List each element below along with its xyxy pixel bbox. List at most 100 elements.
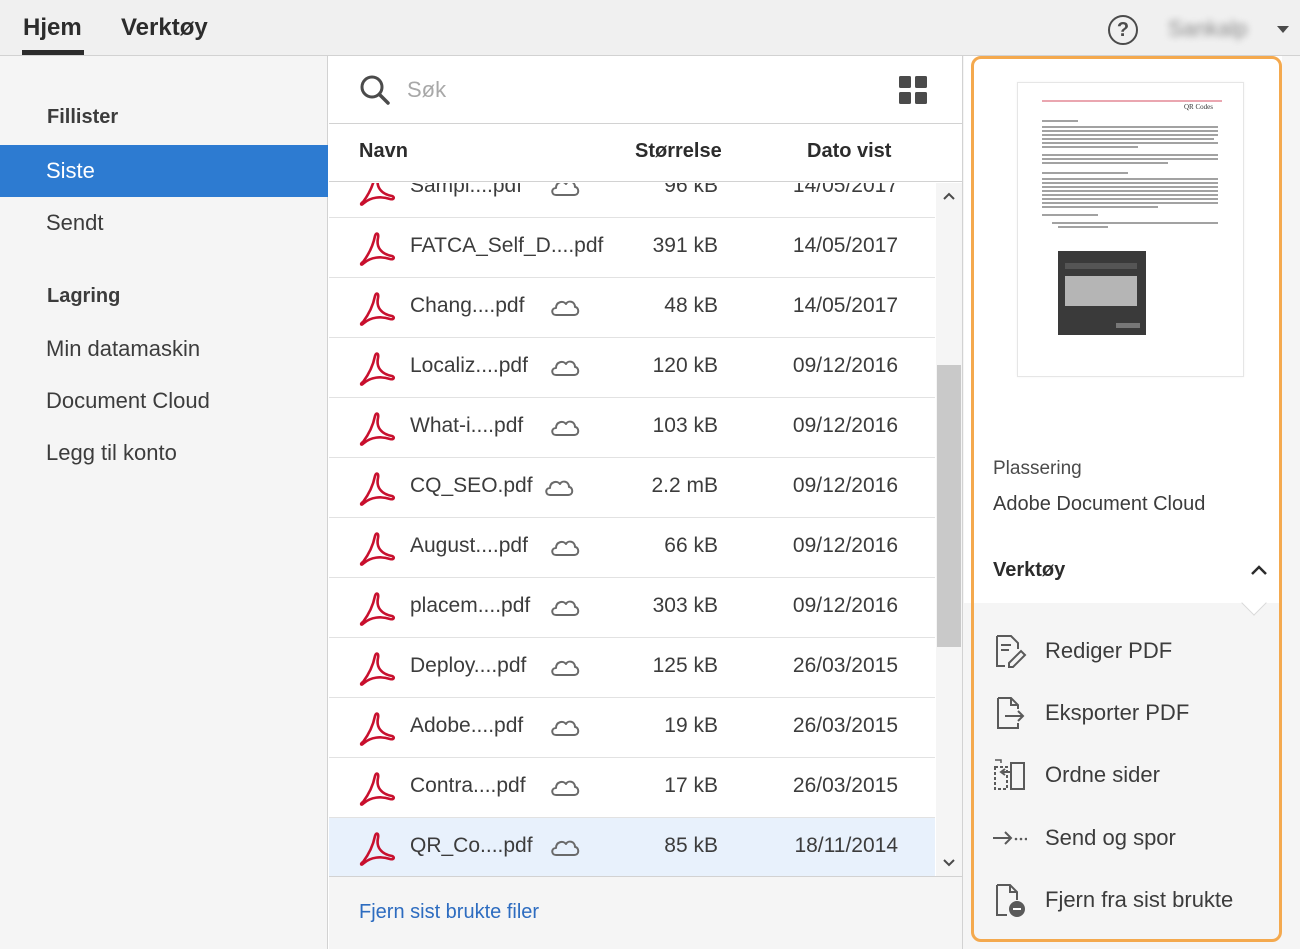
scrollbar-thumb[interactable] (937, 365, 961, 647)
file-date: 09/12/2016 (792, 474, 898, 497)
pdf-icon (359, 412, 395, 446)
file-name: Sampl....pdf (410, 183, 523, 197)
tool-fjern-fra-sist-brukte[interactable]: Fjern fra sist brukte (991, 878, 1271, 922)
top-bar: Hjem Verktøy ? Sankalp (0, 0, 1300, 56)
file-date: 18/11/2014 (794, 834, 898, 857)
pdf-icon (359, 232, 395, 266)
cloud-icon (551, 300, 580, 316)
cloud-icon (551, 780, 580, 796)
sidebar-item-document-cloud[interactable]: Document Cloud (0, 375, 328, 427)
file-date: 09/12/2016 (792, 354, 898, 377)
tools-section-title[interactable]: Verktøy (993, 559, 1065, 582)
organize-pages-icon (994, 759, 1025, 790)
column-header-name[interactable]: Navn (359, 140, 408, 163)
cloud-icon (551, 840, 580, 856)
tool-label: Ordne sider (1045, 762, 1160, 787)
file-row[interactable]: FATCA_Self_D....pdf 391 kB 14/05/2017 (329, 218, 935, 278)
column-header-size[interactable]: Størrelse (635, 140, 722, 163)
pdf-icon (359, 352, 395, 386)
file-date: 09/12/2016 (792, 534, 898, 557)
file-row[interactable]: Adobe....pdf 19 kB 26/03/2015 (329, 698, 935, 758)
file-size: 125 kB (652, 654, 718, 677)
location-label: Plassering (993, 458, 1082, 479)
file-row[interactable]: Contra....pdf 17 kB 26/03/2015 (329, 758, 935, 818)
file-list: Sampl....pdf 96 kB 14/05/2017 FATCA_Self_D.… (329, 183, 935, 876)
file-name: Localiz....pdf (410, 354, 528, 377)
details-top: QR Codes Plassering Adobe Document Cloud… (964, 56, 1282, 603)
tool-send-og-spor[interactable]: Send og spor (991, 816, 1271, 860)
file-size: 19 kB (664, 714, 718, 737)
file-size: 391 kB (652, 234, 718, 257)
file-row[interactable]: Localiz....pdf 120 kB 09/12/2016 (329, 338, 935, 398)
file-size: 120 kB (652, 354, 718, 377)
sidebar-item-legg-til-konto[interactable]: Legg til konto (0, 427, 328, 479)
cloud-icon (551, 600, 580, 616)
grid-view-icon[interactable] (899, 76, 927, 104)
pdf-icon (359, 772, 395, 806)
file-size: 103 kB (652, 414, 718, 437)
search-input[interactable] (407, 74, 807, 106)
file-date: 09/12/2016 (792, 414, 898, 437)
file-row[interactable]: Sampl....pdf 96 kB 14/05/2017 (329, 183, 935, 218)
file-list-panel: Navn Størrelse Dato vist Sampl....pdf 96 … (329, 56, 962, 949)
location-value: Adobe Document Cloud (993, 493, 1206, 515)
file-date: 26/03/2015 (792, 774, 898, 797)
tool-rediger-pdf[interactable]: Rediger PDF (991, 629, 1271, 673)
tool-eksporter-pdf[interactable]: Eksporter PDF (991, 691, 1271, 735)
cloud-icon (551, 720, 580, 736)
tool-label: Send og spor (1045, 825, 1176, 850)
sidebar-item-sendt[interactable]: Sendt (0, 197, 328, 249)
sidebar-item-min-datamaskin[interactable]: Min datamaskin (0, 323, 328, 375)
tool-label: Rediger PDF (1045, 638, 1173, 663)
file-row[interactable]: QR_Co....pdf 85 kB 18/11/2014 (329, 818, 935, 876)
clear-recent-link[interactable]: Fjern sist brukte filer (359, 901, 539, 924)
file-size: 66 kB (664, 534, 718, 557)
details-panel: QR Codes Plassering Adobe Document Cloud… (962, 56, 1300, 949)
file-size: 2.2 mB (651, 474, 718, 497)
export-pdf-icon (997, 697, 1025, 729)
file-date: 26/03/2015 (792, 714, 898, 737)
thumbnail-header-text: QR Codes (1184, 103, 1213, 111)
cloud-icon (551, 183, 580, 196)
file-size: 17 kB (664, 774, 718, 797)
column-header-date[interactable]: Dato vist (807, 140, 891, 163)
help-icon[interactable]: ? (1108, 15, 1138, 45)
thumbnail-page-graphic: QR Codes (1042, 100, 1222, 335)
pdf-icon (359, 592, 395, 626)
tab-hjem[interactable]: Hjem (23, 14, 82, 42)
tab-verktoy[interactable]: Verktøy (121, 14, 208, 42)
tool-label: Fjern fra sist brukte (1045, 887, 1234, 912)
file-name: QR_Co....pdf (410, 834, 533, 857)
cloud-icon (551, 360, 580, 376)
active-tab-indicator (22, 50, 84, 55)
scroll-up-icon[interactable] (942, 191, 956, 201)
cloud-icon (551, 660, 580, 676)
pdf-icon (359, 652, 395, 686)
chevron-down-icon[interactable] (1277, 26, 1289, 33)
cloud-icon (551, 540, 580, 556)
file-row[interactable]: August....pdf 66 kB 09/12/2016 (329, 518, 935, 578)
scroll-down-icon[interactable] (942, 858, 956, 868)
sidebar-item-siste[interactable]: Siste (0, 145, 328, 197)
tool-ordne-sider[interactable]: Ordne sider (991, 753, 1271, 797)
edit-pdf-icon (996, 635, 1027, 668)
chevron-up-icon[interactable] (1250, 564, 1268, 576)
pdf-icon (359, 832, 395, 866)
file-row[interactable]: Chang....pdf 48 kB 14/05/2017 (329, 278, 935, 338)
file-row[interactable]: Deploy....pdf 125 kB 26/03/2015 (329, 638, 935, 698)
file-row[interactable]: CQ_SEO.pdf 2.2 mB 09/12/2016 (329, 458, 935, 518)
document-thumbnail[interactable]: QR Codes (1017, 82, 1244, 377)
file-name: Contra....pdf (410, 774, 526, 797)
file-name: Adobe....pdf (410, 714, 524, 737)
user-name[interactable]: Sankalp (1168, 16, 1248, 42)
file-row[interactable]: placem....pdf 303 kB 09/12/2016 (329, 578, 935, 638)
file-size: 96 kB (664, 183, 718, 197)
search-bar (329, 56, 962, 124)
search-icon[interactable] (359, 74, 391, 106)
scrollbar[interactable] (936, 183, 962, 876)
pdf-icon (359, 712, 395, 746)
file-row[interactable]: What-i....pdf 103 kB 09/12/2016 (329, 398, 935, 458)
file-name: Chang....pdf (410, 294, 525, 317)
file-date: 14/05/2017 (792, 234, 898, 257)
pdf-icon (359, 472, 395, 506)
